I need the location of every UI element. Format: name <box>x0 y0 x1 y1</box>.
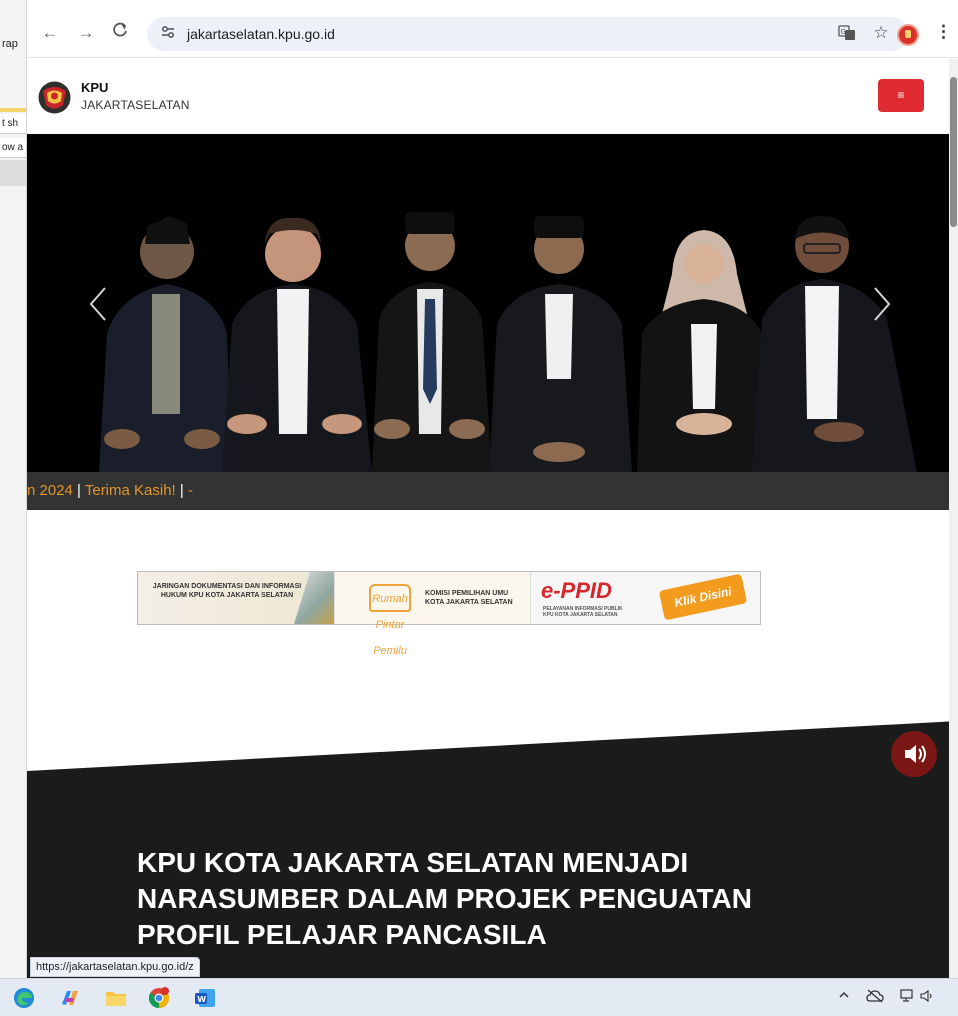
back-arrow-icon[interactable]: ← <box>39 22 61 44</box>
site-info-icon[interactable] <box>161 25 175 42</box>
services-banner[interactable]: JARINGAN DOKUMENTASI DAN INFORMASI HUKUM… <box>137 571 761 657</box>
background-window-text: rap <box>2 38 18 50</box>
klik-disini-button[interactable]: Klik Disini <box>658 573 748 621</box>
background-window-row: t sh <box>0 114 26 134</box>
star-icon[interactable]: ☆ <box>871 23 891 42</box>
file-explorer-icon[interactable] <box>104 986 128 1010</box>
background-window-panel <box>0 160 26 186</box>
eppid-link[interactable]: e-PPID PELAYANAN INFORMASI PUBLIK KPU KO… <box>530 572 760 624</box>
edge-icon[interactable] <box>12 986 36 1010</box>
scrollbar-thumb[interactable] <box>950 77 957 227</box>
brand-subtitle[interactable]: JAKARTASELATAN <box>81 98 190 112</box>
rumah-pintar-text: KOMISI PEMILIHAN UMU KOTA JAKARTA SELATA… <box>425 590 513 606</box>
jdih-banner-link[interactable]: JARINGAN DOKUMENTASI DAN INFORMASI HUKUM… <box>138 572 334 624</box>
news-ticker[interactable]: n 2024 | Terima Kasih! | - <box>27 472 958 510</box>
onedrive-offline-icon[interactable] <box>866 989 884 1006</box>
ticker-segment[interactable]: - <box>184 482 193 499</box>
windows-taskbar: W <box>0 978 958 1016</box>
kebab-menu-icon[interactable]: ⋮ <box>935 22 952 42</box>
jdih-banner-text: JARINGAN DOKUMENTASI DAN INFORMASI HUKUM… <box>152 583 302 599</box>
rumah-pintar-logo: Rumah Pintar Pemilu <box>369 584 411 657</box>
chrome-icon[interactable] <box>147 986 171 1010</box>
translate-icon[interactable]: G <box>837 25 857 43</box>
svg-text:G: G <box>841 28 846 36</box>
slider-next-icon[interactable] <box>871 284 893 324</box>
reload-icon[interactable] <box>109 22 131 44</box>
ticker-segment[interactable]: n 2024 <box>27 482 77 499</box>
commissioners-photo <box>27 134 958 472</box>
hero-slider <box>27 134 958 472</box>
network-icon[interactable] <box>900 989 916 1006</box>
copilot-icon[interactable] <box>58 986 82 1010</box>
background-window-row: ow a <box>0 138 26 158</box>
news-headline[interactable]: KPU KOTA JAKARTA SELATAN MENJADI NARASUM… <box>137 845 857 953</box>
profile-avatar[interactable] <box>897 24 919 46</box>
background-window: rap t sh ow a <box>0 0 27 1016</box>
address-bar[interactable]: jakartaselatan.kpu.go.id G ☆ <box>147 17 909 51</box>
volume-icon[interactable] <box>920 989 936 1006</box>
svg-text:W: W <box>197 995 206 1004</box>
page-scrollbar[interactable] <box>949 59 958 978</box>
eppid-subtitle: PELAYANAN INFORMASI PUBLIK KPU KOTA JAKA… <box>543 606 623 618</box>
news-ticker-text[interactable]: n 2024 | Terima Kasih! | - <box>27 482 193 499</box>
browser-toolbar: ← → jakartaselatan.kpu.go.id G ☆ ⋮ <box>27 0 958 58</box>
slider-prev-icon[interactable] <box>87 284 109 324</box>
url-text[interactable]: jakartaselatan.kpu.go.id <box>187 26 335 42</box>
hamburger-icon: ≡ <box>897 88 905 102</box>
ticker-segment[interactable]: Terima Kasih! <box>81 482 180 499</box>
site-header: KPU JAKARTASELATAN ≡ <box>27 59 958 134</box>
web-page: KPU JAKARTASELATAN ≡ n 2024 | Terima Kas… <box>27 59 958 978</box>
rumah-pintar-pemilu-link[interactable]: Rumah Pintar Pemilu KOMISI PEMILIHAN UMU… <box>334 572 530 657</box>
chevron-up-icon[interactable] <box>838 989 850 1004</box>
eppid-title: e-PPID <box>541 578 612 603</box>
background-window-highlight <box>0 108 26 112</box>
brand-title[interactable]: KPU <box>81 80 108 95</box>
kpu-logo[interactable] <box>37 81 72 114</box>
speaker-icon <box>905 745 926 763</box>
forward-arrow-icon[interactable]: → <box>75 22 97 44</box>
hamburger-menu-button[interactable]: ≡ <box>878 79 924 112</box>
word-icon[interactable]: W <box>193 986 217 1010</box>
browser-window: ← → jakartaselatan.kpu.go.id G ☆ ⋮ KPU J… <box>27 0 958 978</box>
sound-toggle-button[interactable] <box>891 731 937 777</box>
link-status-bar: https://jakartaselatan.kpu.go.id/z <box>30 957 200 977</box>
